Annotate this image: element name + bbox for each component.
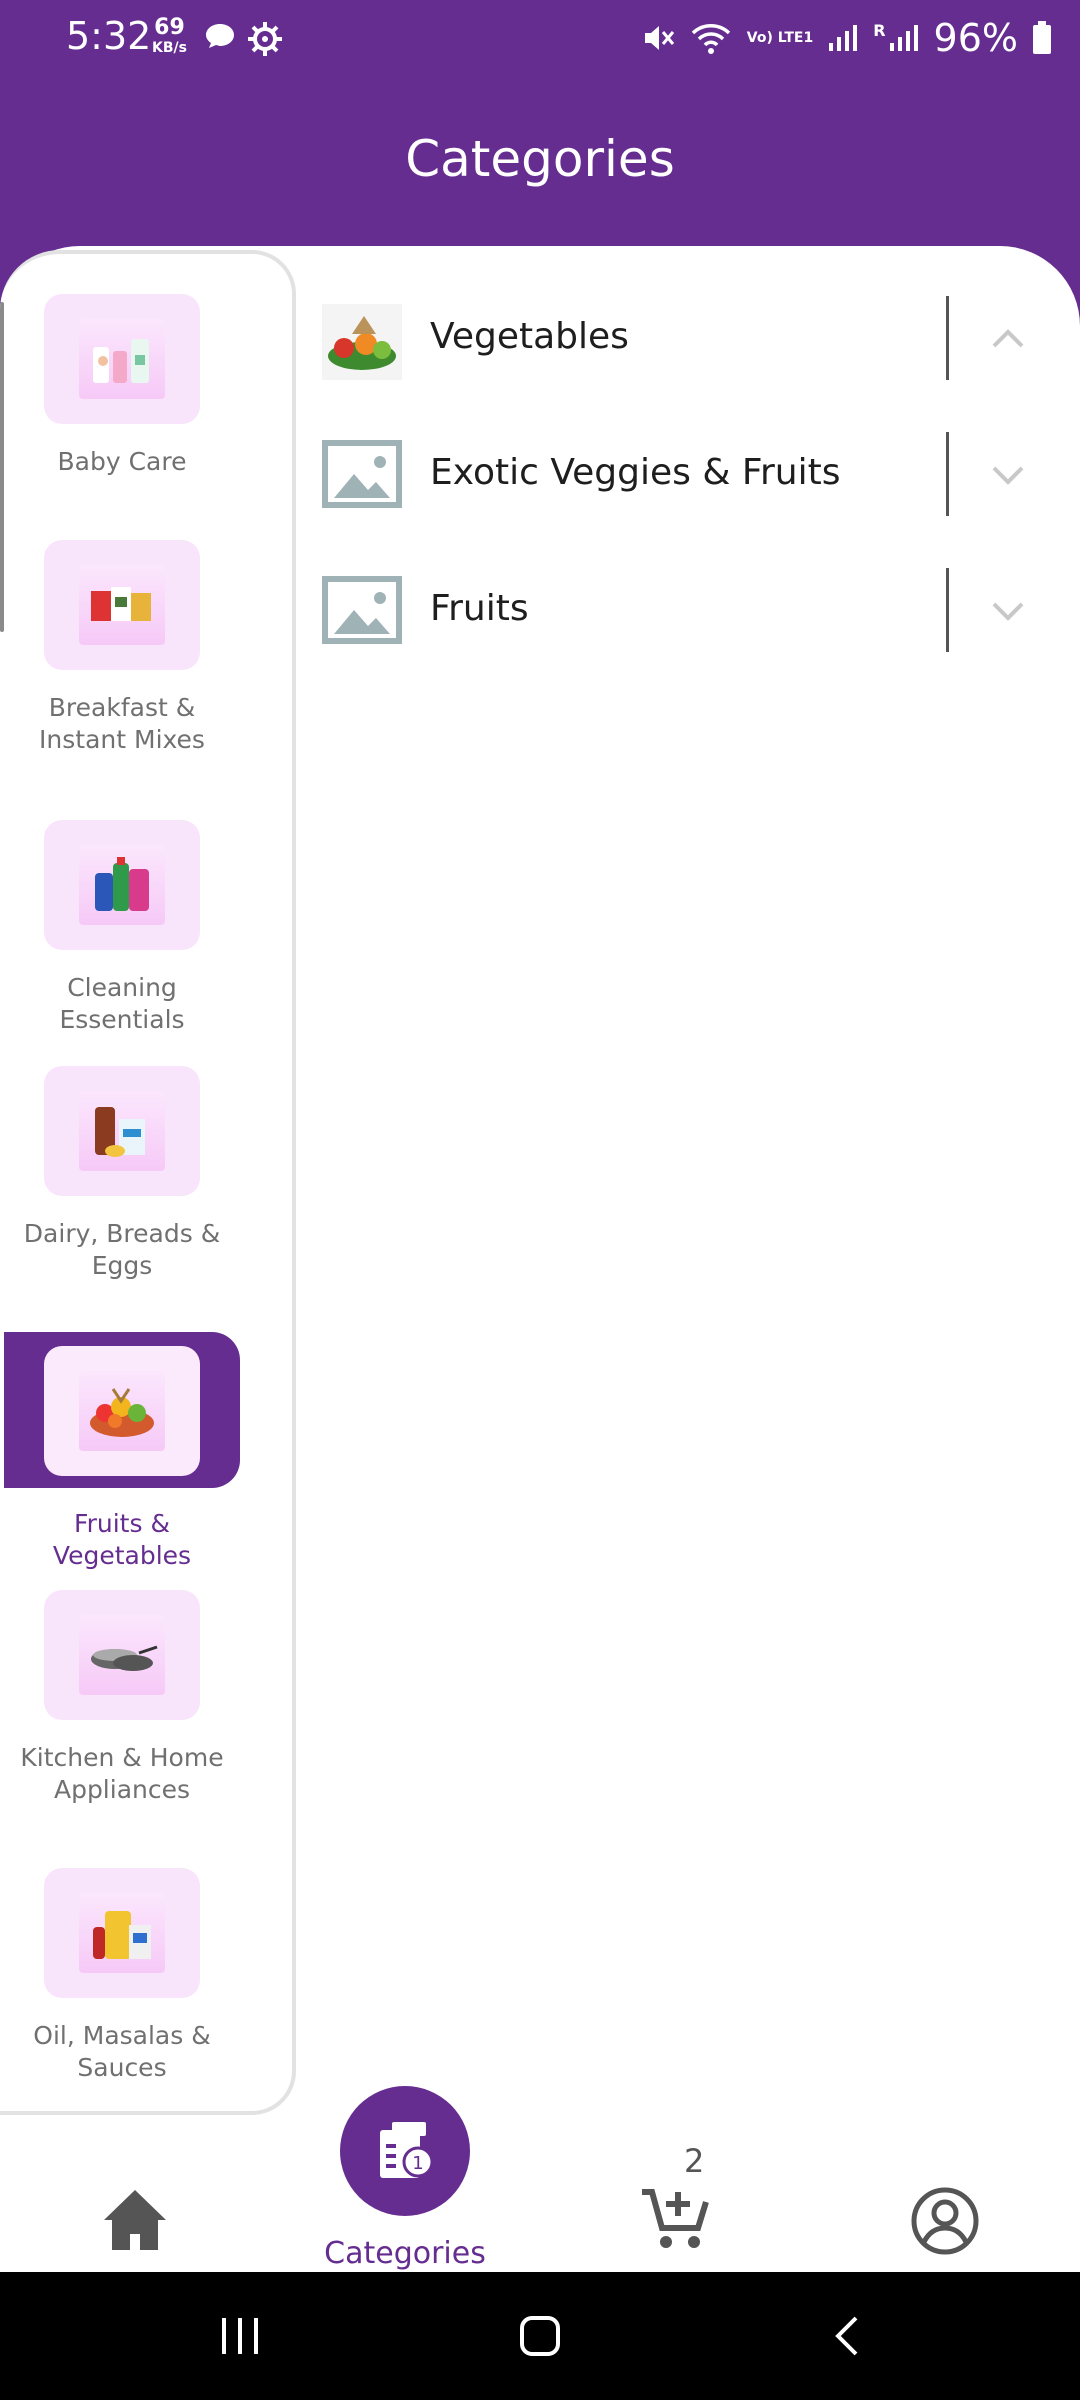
dairy-product-image [79,1091,165,1171]
kitchen-product-image [79,1615,165,1695]
sidebar-item-label: Fruits & Vegetables [52,1509,192,1570]
battery-percent: 96% [933,16,1018,60]
oil-masalas-image [79,1893,165,1973]
chevron-down-icon[interactable] [990,456,1026,492]
sidebar-item-dairy[interactable]: Dairy, Breads & Eggs [0,1066,244,1282]
sidebar-item-kitchen[interactable]: Kitchen & Home Appliances [0,1590,244,1806]
placeholder-image-icon [322,576,402,644]
subcategory-name: Exotic Veggies & Fruits [430,452,841,493]
divider [946,296,949,380]
volte-label: Vo) LTE1 [746,30,814,46]
cleaning-product-image [79,845,165,925]
chevron-down-icon[interactable] [990,592,1026,628]
category-tile[interactable] [44,1066,200,1196]
sidebar-item-label: Dairy, Breads & Eggs [23,1219,221,1280]
sidebar-item-label: Kitchen & Home Appliances [20,1743,224,1804]
subcategory-name: Fruits [430,588,529,629]
sidebar-item-oil-masalas[interactable]: Oil, Masalas & Sauces [0,1868,244,2084]
sidebar-item-label: Baby Care [57,447,187,476]
network-speed-value: 69 [154,15,185,40]
sidebar-item-fruits-vegetables[interactable]: Fruits & Vegetables [0,1332,244,1572]
category-sidebar[interactable]: Baby Care Breakfast & Instant Mixes Clea… [0,250,296,2115]
chat-bubble-icon [206,24,234,48]
system-navigation-bar [0,2272,1080,2400]
category-tile[interactable] [44,1868,200,1998]
mute-icon [644,26,674,50]
category-tile[interactable] [44,820,200,950]
recent-apps-icon[interactable] [218,2314,262,2358]
page-title: Categories [405,130,675,188]
status-bar: 5:32 69 KB/s Vo) LTE1 R 96% [0,0,1080,80]
wifi-icon [691,24,730,54]
categories-nav-button[interactable]: 1 [340,2086,470,2216]
categories-nav-label[interactable]: Categories [300,2236,510,2271]
settings-gear-icon [248,22,282,56]
placeholder-image-icon [322,440,402,508]
sidebar-item-label: Oil, Masalas & Sauces [33,2021,211,2082]
breakfast-product-image [79,565,165,645]
category-tile[interactable] [44,294,200,424]
subcategory-row-fruits[interactable]: Fruits [322,568,1042,658]
svg-text:1: 1 [412,2153,423,2174]
back-icon[interactable] [826,2314,870,2358]
battery-icon [1033,21,1051,54]
add-to-cart-icon[interactable] [640,2186,710,2252]
sidebar-item-label: Cleaning Essentials [59,973,185,1034]
home-button-icon[interactable] [518,2314,562,2358]
sidebar-item-baby-care[interactable]: Baby Care [0,294,244,478]
category-tile[interactable] [44,1590,200,1720]
baby-care-product-image [79,319,165,399]
category-tile[interactable] [44,1346,200,1476]
vegetables-thumbnail [322,304,402,380]
status-right: Vo) LTE1 R 96% [641,16,1052,60]
subcategory-name: Vegetables [430,316,629,357]
chevron-up-icon[interactable] [990,320,1026,356]
sidebar-item-label: Breakfast & Instant Mixes [39,693,205,754]
home-icon[interactable] [102,2186,168,2252]
divider [946,568,949,652]
signal-icon [829,25,858,51]
profile-icon[interactable] [910,2186,980,2256]
sidebar-item-cleaning[interactable]: Cleaning Essentials [0,820,244,1036]
fruits-vegetables-image [79,1371,165,1451]
cart-count-badge: 2 [684,2142,705,2180]
status-time: 5:32 [66,14,152,58]
categories-icon: 1 [380,2122,434,2178]
sidebar-item-breakfast[interactable]: Breakfast & Instant Mixes [0,540,244,756]
roaming-indicator: R [873,20,886,40]
subcategory-row-exotic[interactable]: Exotic Veggies & Fruits [322,432,1042,522]
category-tile[interactable] [44,540,200,670]
divider [946,432,949,516]
network-speed: 69 KB/s [152,15,187,58]
network-speed-unit: KB/s [152,40,187,56]
subcategory-row-vegetables[interactable]: Vegetables [322,296,1042,386]
signal-roaming-icon [889,25,918,51]
